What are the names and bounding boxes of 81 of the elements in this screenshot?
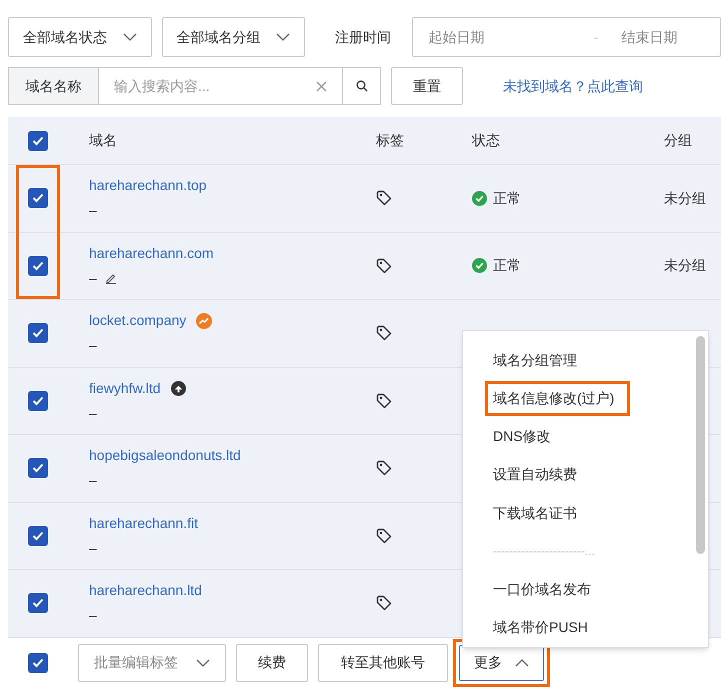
reset-button[interactable]: 重置 bbox=[391, 67, 463, 105]
search-addon-label: 域名名称 bbox=[8, 67, 98, 105]
checkbox[interactable] bbox=[28, 130, 48, 150]
checkbox[interactable] bbox=[28, 323, 48, 344]
remark-text: – bbox=[89, 268, 97, 288]
checkbox[interactable] bbox=[28, 458, 48, 478]
chevron-up-icon bbox=[515, 658, 529, 666]
column-header: 状态 bbox=[472, 131, 501, 150]
remark-text: – bbox=[89, 471, 97, 490]
tag-batch-select[interactable]: 批量编辑标签 bbox=[78, 644, 226, 682]
remark-text: – bbox=[89, 606, 97, 626]
checkbox[interactable] bbox=[28, 526, 48, 546]
checkbox[interactable] bbox=[28, 256, 48, 276]
check-icon bbox=[32, 396, 44, 406]
group-text: 未分组 bbox=[664, 256, 706, 276]
domain-lookup-link[interactable]: 未找到域名？点此查询 bbox=[503, 76, 643, 96]
check-icon bbox=[32, 530, 44, 541]
check-icon bbox=[32, 328, 44, 338]
start-date-placeholder: 起始日期 bbox=[428, 28, 486, 46]
checkbox[interactable] bbox=[28, 652, 48, 672]
tag-icon[interactable] bbox=[376, 190, 392, 206]
check-icon bbox=[32, 193, 44, 204]
column-header: 分组 bbox=[664, 131, 692, 150]
transfer-button[interactable]: 转至其他账号 bbox=[318, 644, 448, 682]
menu-item[interactable]: DNS修改 bbox=[493, 426, 551, 448]
menu-separator: -----------------------... bbox=[493, 543, 595, 560]
domain-link[interactable]: hareharechann.ltd bbox=[89, 580, 202, 602]
end-date-placeholder: 结束日期 bbox=[621, 28, 678, 46]
column-header: 标签 bbox=[376, 131, 405, 150]
chevron-down-icon bbox=[122, 33, 137, 41]
status-text: 正常 bbox=[493, 256, 521, 276]
check-icon bbox=[32, 136, 44, 146]
date-range-field[interactable]: 起始日期 - 结束日期 bbox=[412, 17, 721, 57]
success-icon bbox=[472, 190, 487, 206]
chevron-down-icon bbox=[196, 658, 210, 666]
remark-text: – bbox=[89, 404, 97, 423]
dark-badge-icon bbox=[170, 380, 186, 396]
clear-icon[interactable] bbox=[316, 80, 327, 92]
scrollbar-thumb[interactable] bbox=[696, 336, 704, 554]
tag-icon[interactable] bbox=[376, 595, 392, 612]
menu-item[interactable]: 设置自动续费 bbox=[493, 464, 577, 486]
domain-link[interactable]: fiewyhfw.ltd bbox=[89, 378, 161, 399]
check-icon bbox=[32, 598, 44, 608]
search-icon bbox=[356, 80, 368, 92]
menu-item[interactable]: 域名信息修改(过户) bbox=[493, 388, 614, 409]
check-icon bbox=[32, 658, 44, 668]
column-header: 域名 bbox=[89, 131, 118, 150]
range-separator: - bbox=[593, 28, 600, 46]
chevron-down-icon bbox=[276, 33, 290, 41]
menu-item[interactable]: 一口价域名发布 bbox=[493, 579, 591, 600]
remark-text: – bbox=[89, 201, 97, 220]
status-text: 正常 bbox=[493, 188, 521, 208]
domain-link[interactable]: hareharechann.com bbox=[89, 242, 214, 264]
menu-item[interactable]: 域名分组管理 bbox=[493, 350, 577, 371]
tag-icon[interactable] bbox=[376, 325, 392, 342]
renew-button[interactable]: 续费 bbox=[236, 644, 308, 682]
checkbox[interactable] bbox=[28, 188, 48, 208]
remark-text: – bbox=[89, 538, 97, 558]
status-select[interactable]: 全部域名状态 bbox=[8, 17, 152, 57]
domain-link[interactable]: locket.company bbox=[89, 310, 186, 332]
tag-icon[interactable] bbox=[376, 528, 392, 544]
remark-text: – bbox=[89, 336, 97, 356]
pencil-icon[interactable] bbox=[104, 272, 117, 284]
check-icon bbox=[32, 463, 44, 474]
check-icon bbox=[32, 260, 44, 271]
group-text: 未分组 bbox=[664, 188, 706, 208]
tag-icon[interactable] bbox=[376, 460, 392, 476]
group-select[interactable]: 全部域名分组 bbox=[162, 17, 306, 57]
domain-link[interactable]: hareharechann.top bbox=[89, 175, 207, 196]
checkbox[interactable] bbox=[28, 593, 48, 614]
date-label: 注册时间 bbox=[335, 28, 392, 46]
domain-link[interactable]: hopebigsaleondonuts.ltd bbox=[89, 445, 241, 466]
trend-badge-icon bbox=[196, 312, 212, 329]
tag-icon[interactable] bbox=[376, 258, 392, 274]
menu-item[interactable]: 域名带价PUSH bbox=[493, 617, 588, 638]
search-button[interactable] bbox=[343, 67, 381, 105]
menu-item[interactable]: 下载域名证书 bbox=[493, 502, 577, 524]
checkbox[interactable] bbox=[28, 390, 48, 411]
success-icon bbox=[472, 258, 487, 274]
domain-link[interactable]: hareharechann.fit bbox=[89, 512, 198, 534]
tag-icon[interactable] bbox=[376, 392, 392, 409]
